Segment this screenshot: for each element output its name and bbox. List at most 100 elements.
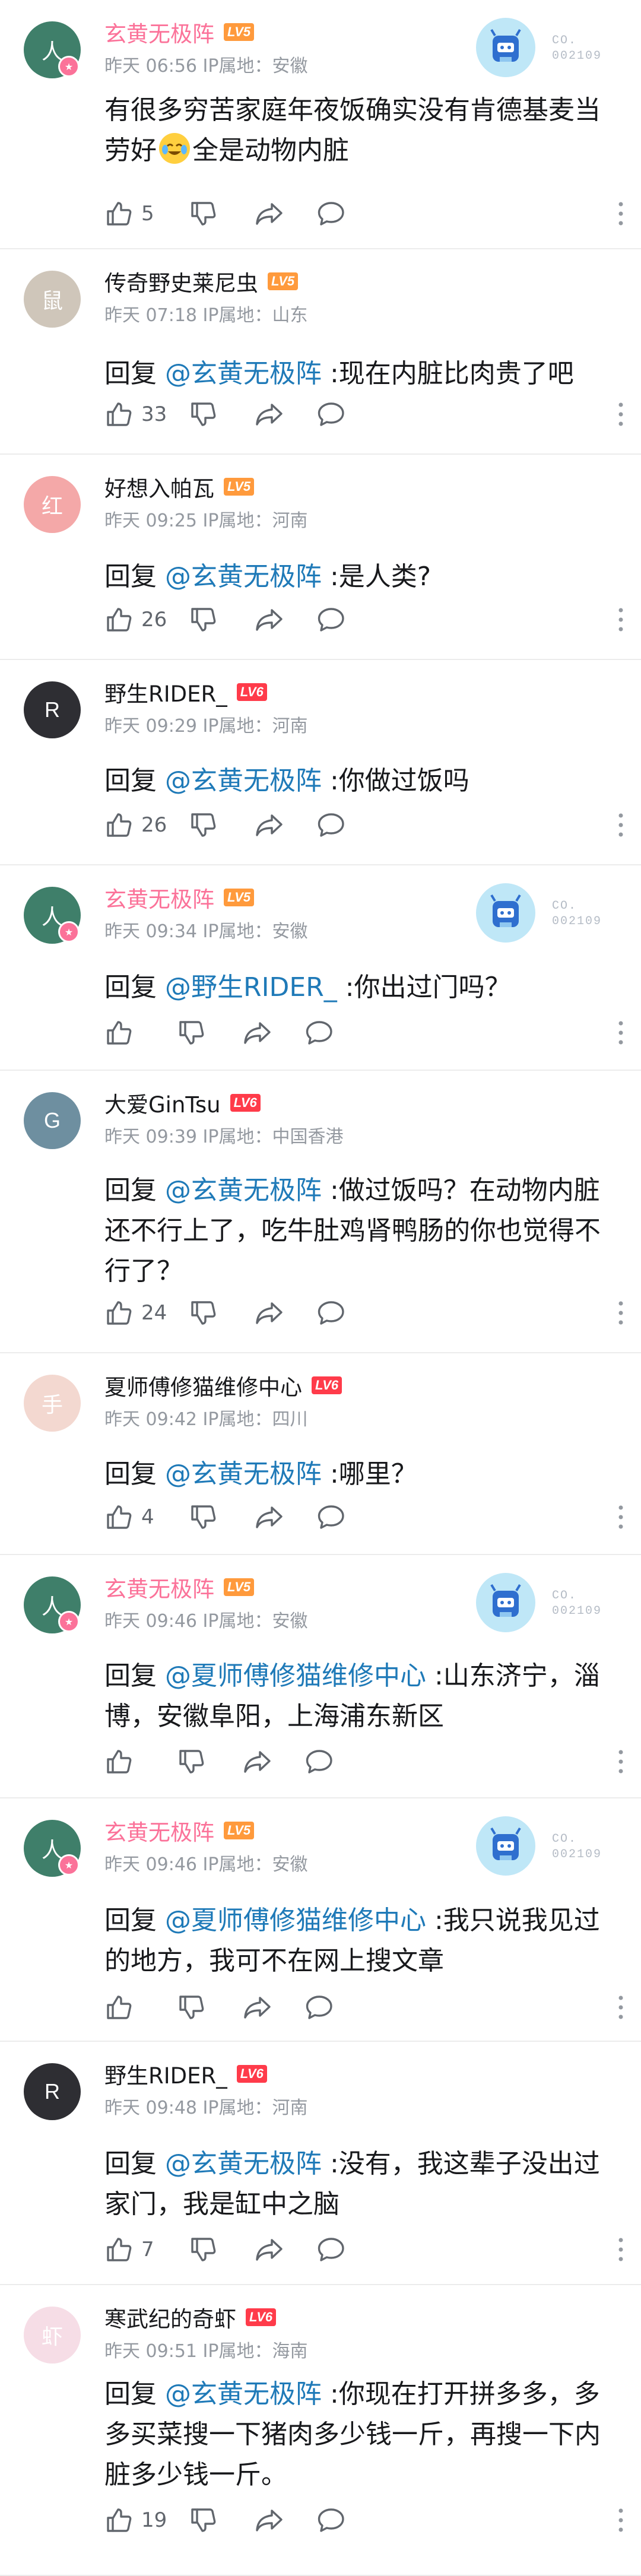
comment-item: 红好想入帕瓦 LV5 昨天 09:25 IP属地：河南 回复 @玄黄无极阵 :是人类?… [0, 455, 641, 660]
ip-location: IP属地：安徽 [202, 1611, 308, 1632]
like-button[interactable] [104, 1744, 133, 1779]
mention-link[interactable]: @夏师傅修猫维修中心 [165, 1905, 426, 1936]
more-vertical-icon[interactable] [615, 2507, 627, 2533]
thumb-down-icon [189, 199, 217, 228]
share-button[interactable] [254, 196, 285, 231]
thumb-down-icon [177, 1993, 205, 2022]
more-vertical-icon[interactable] [615, 812, 627, 838]
username[interactable]: 玄黄无极阵 [104, 1571, 214, 1603]
username[interactable]: 传奇野史莱尼虫 [104, 265, 258, 297]
reply-button[interactable] [304, 1744, 335, 1779]
like-button[interactable]: 26 [104, 807, 167, 843]
avatar[interactable]: 虾 [24, 2307, 81, 2364]
dislike-button[interactable] [177, 1990, 205, 2025]
mention-link[interactable]: @玄黄无极阵 [165, 1175, 322, 1205]
username[interactable]: 夏师傅修猫维修中心 [104, 1369, 302, 1401]
avatar[interactable]: 手 [24, 1375, 81, 1432]
avatar[interactable]: 红 [24, 476, 81, 533]
reply-prefix: 回复 [104, 766, 165, 796]
share-button[interactable] [254, 2232, 285, 2267]
thumb-up-icon [104, 605, 133, 634]
more-vertical-icon[interactable] [615, 2236, 627, 2263]
comment-bubble-icon [316, 199, 347, 228]
dislike-button[interactable] [177, 1015, 205, 1051]
dislike-button[interactable] [189, 807, 217, 843]
username[interactable]: 大爱GinTsu [104, 1087, 221, 1119]
username[interactable]: 玄黄无极阵 [104, 1814, 214, 1847]
reply-button[interactable] [316, 807, 347, 843]
share-icon [254, 400, 285, 429]
reply-button[interactable] [316, 602, 347, 637]
more-vertical-icon[interactable] [615, 1300, 627, 1326]
more-vertical-icon[interactable] [615, 1504, 627, 1530]
dislike-button[interactable] [189, 2232, 217, 2267]
dislike-button[interactable] [189, 1499, 217, 1535]
reply-button[interactable] [316, 1295, 347, 1331]
avatar[interactable]: R [24, 681, 81, 738]
mention-link[interactable]: @玄黄无极阵 [165, 2379, 322, 2409]
reply-button[interactable] [304, 1990, 335, 2025]
dislike-button[interactable] [189, 1295, 217, 1331]
reply-button[interactable] [316, 2502, 347, 2538]
reply-button[interactable] [304, 1015, 335, 1051]
mention-link[interactable]: @玄黄无极阵 [165, 561, 322, 592]
like-button[interactable]: 5 [104, 196, 154, 231]
share-button[interactable] [254, 396, 285, 432]
avatar[interactable]: 鼠 [24, 271, 81, 328]
dislike-button[interactable] [189, 196, 217, 231]
reply-button[interactable] [316, 196, 347, 231]
username[interactable]: 寒武纪的奇虾 [104, 2301, 236, 2333]
share-button[interactable] [254, 807, 285, 843]
username[interactable]: 好想入帕瓦 [104, 471, 214, 503]
share-button[interactable] [254, 2502, 285, 2538]
more-vertical-icon[interactable] [615, 201, 627, 227]
share-button[interactable] [242, 1744, 273, 1779]
like-button[interactable]: 19 [104, 2502, 167, 2538]
dislike-button[interactable] [177, 1744, 205, 1779]
share-button[interactable] [242, 1990, 273, 2025]
share-button[interactable] [254, 1295, 285, 1331]
mention-link[interactable]: @玄黄无极阵 [165, 2149, 322, 2179]
mention-link[interactable]: @玄黄无极阵 [165, 359, 322, 389]
username[interactable]: 野生RIDER_ [104, 676, 227, 708]
like-button[interactable]: 33 [104, 396, 167, 432]
fan-badge-number: CO. 002109 [552, 33, 602, 64]
like-button[interactable] [104, 1990, 133, 2025]
username[interactable]: 野生RIDER_ [104, 2058, 227, 2090]
mention-link[interactable]: @夏师傅修猫维修中心 [165, 1661, 426, 1691]
reply-button[interactable] [316, 396, 347, 432]
mention-link[interactable]: @玄黄无极阵 [165, 766, 322, 796]
like-button[interactable]: 7 [104, 2232, 154, 2267]
share-button[interactable] [242, 1015, 273, 1051]
more-vertical-icon[interactable] [615, 607, 627, 633]
dislike-button[interactable] [189, 396, 217, 432]
username[interactable]: 玄黄无极阵 [104, 16, 214, 48]
mention-link[interactable]: @玄黄无极阵 [165, 1459, 322, 1489]
reply-prefix: 回复 [104, 1661, 165, 1691]
avatar[interactable]: R [24, 2063, 81, 2120]
more-vertical-icon[interactable] [615, 401, 627, 427]
share-button[interactable] [254, 1499, 285, 1535]
comment-text: :你做过饭吗 [322, 766, 469, 796]
comment-time: 昨天 09:42 [104, 1409, 197, 1430]
more-vertical-icon[interactable] [615, 1749, 627, 1775]
ip-location: IP属地：四川 [202, 1409, 308, 1430]
fan-badge-line-1: CO. [552, 899, 577, 913]
dislike-button[interactable] [189, 602, 217, 637]
comment-bubble-icon [304, 1747, 335, 1776]
like-button[interactable] [104, 1015, 133, 1051]
fan-badge-line-2: 002109 [552, 915, 602, 928]
comment-actions: 19 [104, 2502, 627, 2538]
like-button[interactable]: 24 [104, 1295, 167, 1331]
username[interactable]: 玄黄无极阵 [104, 881, 214, 913]
like-button[interactable]: 26 [104, 602, 167, 637]
like-button[interactable]: 4 [104, 1499, 154, 1535]
more-vertical-icon[interactable] [615, 1994, 627, 2020]
more-vertical-icon[interactable] [615, 1020, 627, 1046]
reply-button[interactable] [316, 2232, 347, 2267]
mention-link[interactable]: @野生RIDER_ [165, 972, 337, 1003]
share-button[interactable] [254, 602, 285, 637]
dislike-button[interactable] [189, 2502, 217, 2538]
avatar[interactable]: G [24, 1092, 81, 1149]
reply-button[interactable] [316, 1499, 347, 1535]
